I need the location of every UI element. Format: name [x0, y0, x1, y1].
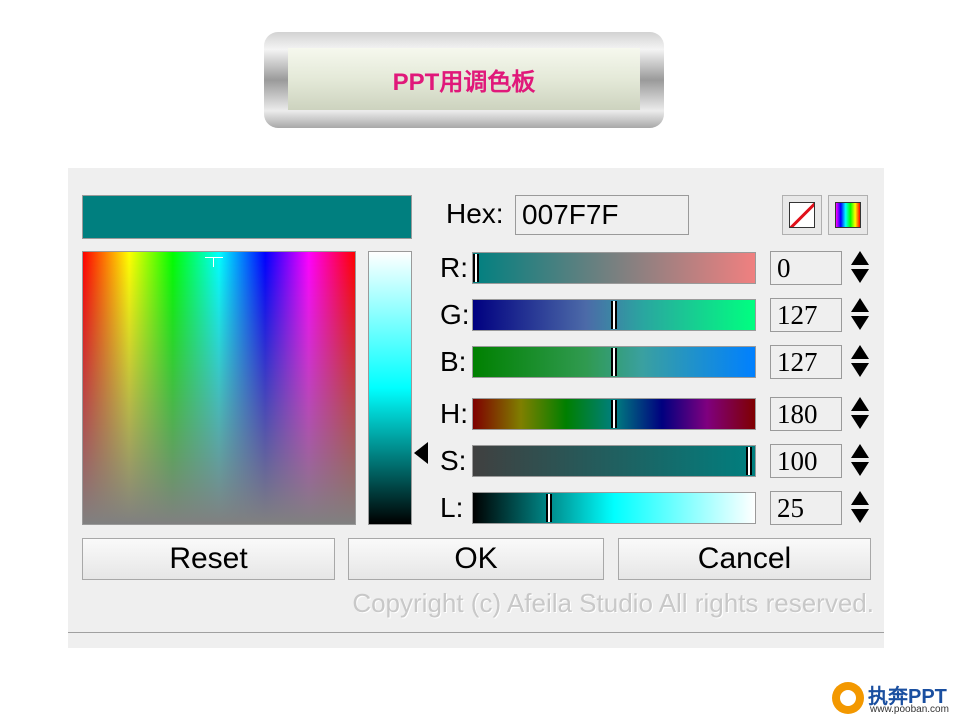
channel-h-stepper[interactable]: [850, 397, 870, 431]
channel-s-value[interactable]: 100: [770, 444, 842, 478]
channel-b-stepper[interactable]: [850, 345, 870, 379]
channel-l-stepper[interactable]: [850, 491, 870, 525]
channel-g-thumb[interactable]: [611, 301, 617, 329]
spin-up-icon[interactable]: [851, 298, 869, 312]
channel-l-slider[interactable]: [472, 492, 756, 524]
channel-s-label: S:: [440, 445, 467, 476]
channel-g-value[interactable]: 127: [770, 298, 842, 332]
channel-r-slider[interactable]: [472, 252, 756, 284]
channel-b-value[interactable]: 127: [770, 345, 842, 379]
channel-b-slider[interactable]: [472, 346, 756, 378]
hex-label: Hex:: [446, 198, 504, 229]
dialog-divider: [68, 632, 884, 633]
logo-icon: [832, 682, 864, 714]
spin-up-icon[interactable]: [851, 491, 869, 505]
channel-l-value[interactable]: 25: [770, 491, 842, 525]
spin-up-icon[interactable]: [851, 397, 869, 411]
channel-h-value[interactable]: 180: [770, 397, 842, 431]
brand-logo: 执奔PPT www.pooban.com: [830, 680, 960, 720]
spin-down-icon[interactable]: [851, 269, 869, 283]
lightness-pointer-icon[interactable]: [414, 442, 428, 464]
spin-down-icon[interactable]: [851, 509, 869, 523]
color-picker-dialog: Hex: R: 0 G: 127 B: 127 H: 180: [68, 168, 884, 648]
channel-g-stepper[interactable]: [850, 298, 870, 332]
channel-h-slider[interactable]: [472, 398, 756, 430]
channel-l-thumb[interactable]: [546, 494, 553, 522]
copyright-text: Copyright (c) Afeila Studio All rights r…: [352, 588, 874, 618]
spin-down-icon[interactable]: [851, 363, 869, 377]
spin-up-icon[interactable]: [851, 444, 869, 458]
cancel-button[interactable]: Cancel: [618, 538, 871, 580]
channel-h-label: H:: [440, 398, 468, 429]
channel-s-thumb[interactable]: [746, 447, 753, 475]
reset-button[interactable]: Reset: [82, 538, 335, 580]
channel-l-label: L:: [440, 492, 464, 523]
ok-button[interactable]: OK: [348, 538, 604, 580]
channel-g-label: G:: [440, 299, 470, 330]
page-title: PPT用调色板: [392, 68, 536, 96]
title-banner: PPT用调色板: [264, 32, 664, 128]
channel-g-slider[interactable]: [472, 299, 756, 331]
channel-s-slider[interactable]: [472, 445, 756, 477]
no-color-icon: [789, 202, 815, 228]
crosshair-icon: [205, 254, 223, 267]
title-panel: PPT用调色板: [288, 48, 640, 110]
channel-b-label: B:: [440, 346, 467, 377]
spin-up-icon[interactable]: [851, 345, 869, 359]
channel-r-stepper[interactable]: [850, 251, 870, 285]
logo-url: www.pooban.com: [870, 704, 949, 715]
color-preview-swatch: [82, 195, 412, 239]
spin-down-icon[interactable]: [851, 415, 869, 429]
hue-saturation-field[interactable]: [82, 251, 356, 525]
lightness-strip[interactable]: [368, 251, 412, 525]
channel-h-thumb[interactable]: [611, 400, 617, 428]
channel-b-thumb[interactable]: [611, 348, 617, 376]
spectrum-button[interactable]: [828, 195, 868, 235]
no-color-button[interactable]: [782, 195, 822, 235]
channel-r-value[interactable]: 0: [770, 251, 842, 285]
spin-down-icon[interactable]: [851, 316, 869, 330]
spin-up-icon[interactable]: [851, 251, 869, 265]
hex-input[interactable]: [515, 195, 689, 235]
channel-r-label: R:: [440, 252, 468, 283]
channel-s-stepper[interactable]: [850, 444, 870, 478]
spin-down-icon[interactable]: [851, 462, 869, 476]
channel-r-thumb[interactable]: [472, 254, 479, 282]
spectrum-icon: [835, 202, 861, 228]
